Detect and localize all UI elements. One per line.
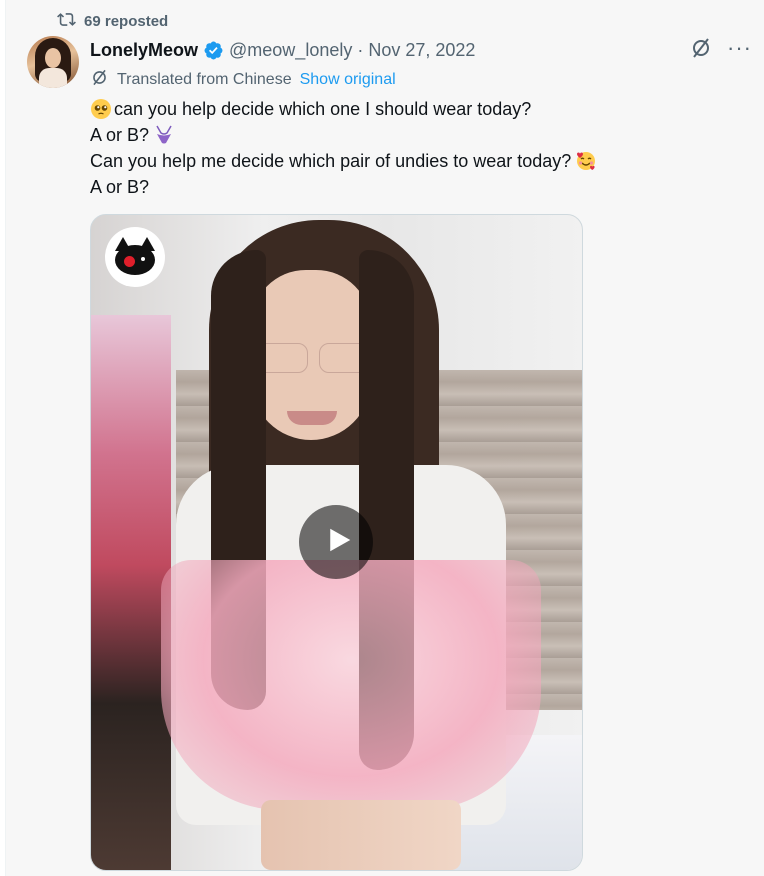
tweet-text-line: A or B?	[90, 174, 740, 200]
smiling-face-with-hearts-emoji	[575, 150, 597, 172]
tweet-date[interactable]: Nov 27, 2022	[368, 40, 475, 61]
tweet-text-line: A or B?	[90, 122, 740, 148]
verified-badge-icon[interactable]	[203, 40, 224, 61]
repost-icon	[57, 10, 76, 33]
more-options-icon[interactable]: ···	[727, 37, 752, 59]
tweet-text: can you help decide which one I should w…	[90, 96, 740, 200]
tweet-text-line-3: Can you help me decide which pair of und…	[90, 151, 572, 171]
translated-label: Translated from Chinese	[117, 71, 292, 88]
bikini-emoji	[153, 124, 175, 146]
play-button[interactable]	[299, 505, 373, 579]
translate-icon	[90, 68, 109, 92]
pleading-face-emoji	[90, 98, 112, 120]
tweet-text-line-1: can you help decide which one I should w…	[114, 99, 532, 119]
tweet-text-line: Can you help me decide which pair of und…	[90, 148, 740, 174]
repost-label: 69 reposted	[84, 12, 169, 30]
author-name[interactable]: LonelyMeow	[90, 40, 198, 61]
wall-poster	[91, 315, 171, 870]
tweet-top-actions: ···	[689, 36, 752, 60]
lonely-meow-cat-logo	[105, 227, 165, 287]
grok-icon[interactable]	[689, 36, 713, 60]
tweet-header: LonelyMeow @meow_lonely · Nov 27, 2022	[90, 38, 475, 62]
translation-bar: Translated from Chinese Show original	[90, 69, 396, 91]
tweet-text-line: can you help decide which one I should w…	[90, 96, 740, 122]
tweet[interactable]: 69 reposted LonelyMeow @meow_lonely · No…	[5, 0, 764, 876]
tweet-text-line-2: A or B?	[90, 125, 150, 145]
avatar[interactable]	[27, 36, 79, 88]
show-original-link[interactable]: Show original	[300, 71, 396, 89]
repost-context[interactable]: 69 reposted	[57, 10, 168, 32]
separator-dot: ·	[357, 39, 364, 60]
author-handle[interactable]: @meow_lonely	[229, 40, 352, 61]
play-icon	[319, 525, 354, 560]
video-media[interactable]	[90, 214, 583, 871]
tweet-text-line-4: A or B?	[90, 177, 150, 197]
